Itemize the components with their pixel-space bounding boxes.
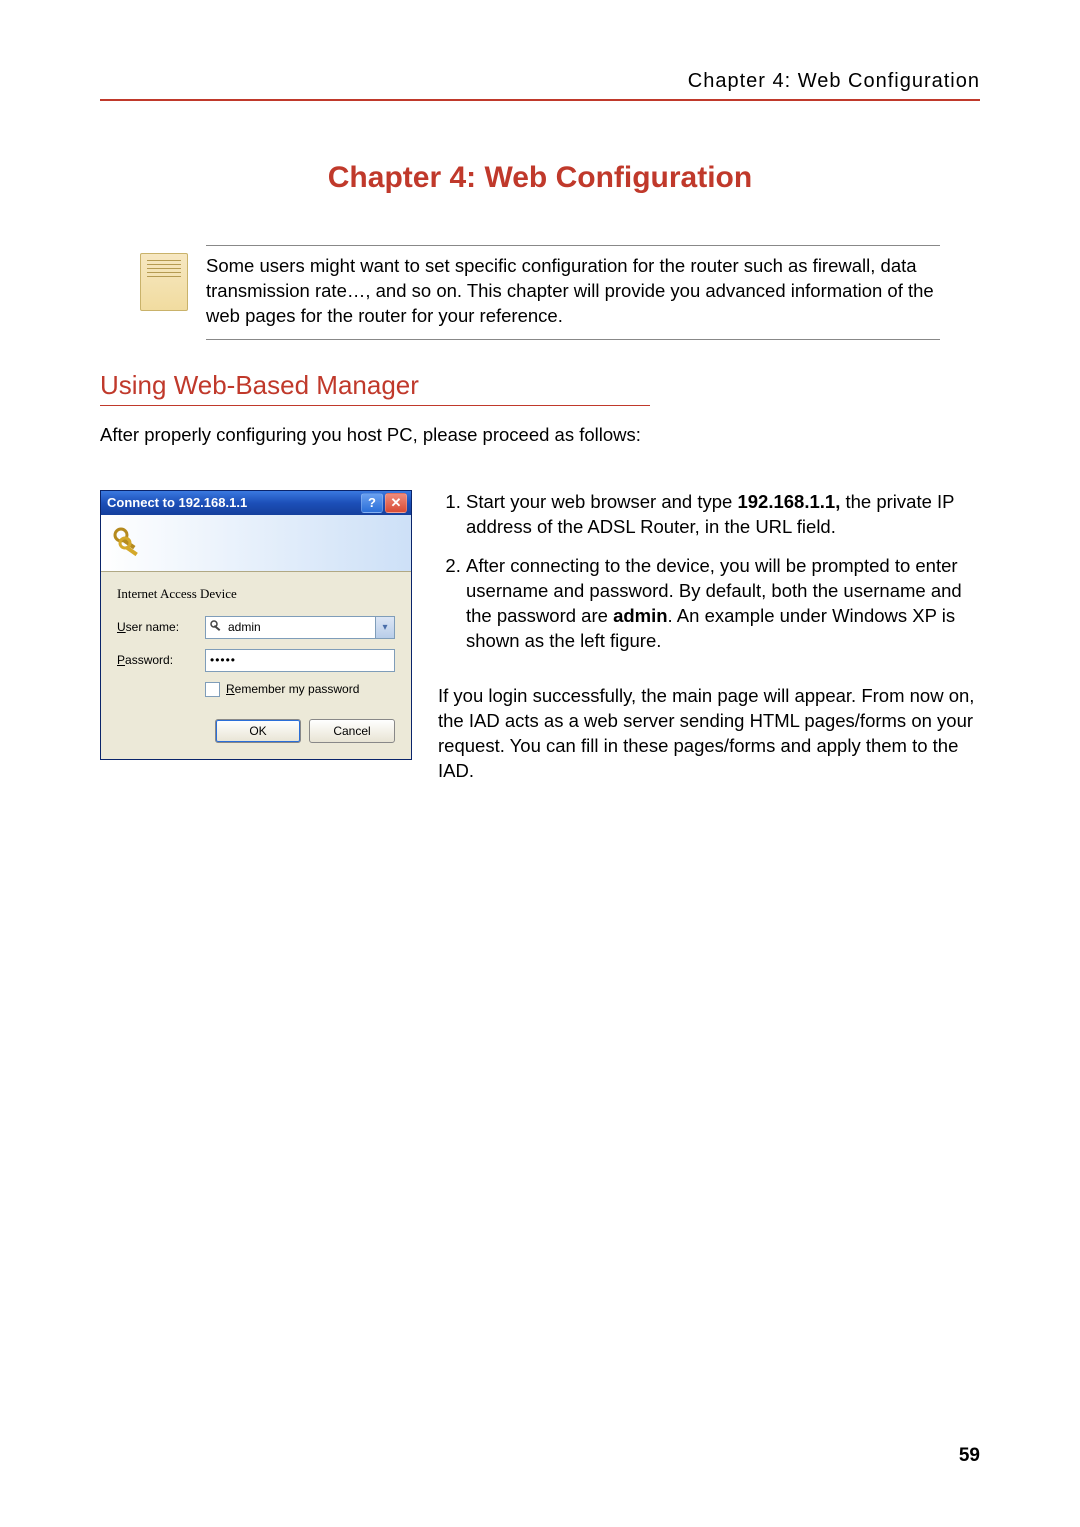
username-input[interactable]: admin ▾ [205, 616, 395, 639]
step-1: Start your web browser and type 192.168.… [466, 490, 980, 540]
running-header: Chapter 4: Web Configuration [100, 70, 980, 99]
remember-checkbox[interactable] [205, 682, 220, 697]
help-button[interactable]: ? [361, 493, 383, 513]
dialog-banner [101, 515, 411, 572]
chapter-title: Chapter 4: Web Configuration [100, 161, 980, 195]
password-value: ••••• [210, 653, 236, 667]
page-number: 59 [959, 1445, 980, 1467]
device-label: Internet Access Device [117, 586, 395, 602]
key-icon [210, 620, 224, 634]
after-login-paragraph: If you login successfully, the main page… [438, 684, 980, 784]
note-block: Some users might want to set specific co… [140, 245, 940, 340]
cancel-button[interactable]: Cancel [309, 719, 395, 743]
note-text: Some users might want to set specific co… [206, 245, 940, 340]
password-label: Password: [117, 653, 205, 667]
chevron-down-icon[interactable]: ▾ [375, 617, 394, 638]
username-value: admin [228, 620, 261, 634]
keys-icon [111, 525, 145, 559]
close-button[interactable]: ✕ [385, 493, 407, 513]
ok-button[interactable]: OK [215, 719, 301, 743]
intro-paragraph: After properly configuring you host PC, … [100, 424, 980, 446]
password-input[interactable]: ••••• [205, 649, 395, 672]
xp-auth-dialog: Connect to 192.168.1.1 ? ✕ Interne [100, 490, 412, 760]
section-heading: Using Web-Based Manager [100, 370, 650, 406]
dialog-titlebar: Connect to 192.168.1.1 ? ✕ [101, 491, 411, 515]
dialog-title: Connect to 192.168.1.1 [107, 495, 247, 510]
step-2: After connecting to the device, you will… [466, 554, 980, 654]
note-icon [140, 253, 188, 311]
remember-label: Remember my password [226, 682, 359, 696]
username-label: User name: [117, 620, 205, 634]
steps-list: Start your web browser and type 192.168.… [438, 490, 980, 654]
login-dialog-figure: Connect to 192.168.1.1 ? ✕ Interne [100, 490, 412, 760]
header-rule [100, 99, 980, 101]
